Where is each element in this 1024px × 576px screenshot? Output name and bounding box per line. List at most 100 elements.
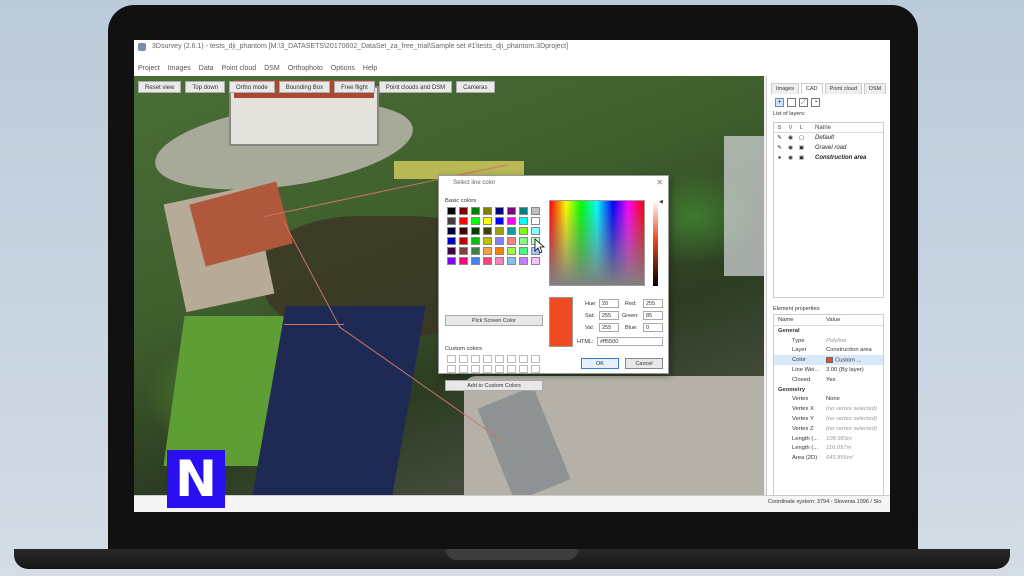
blue-input[interactable]: 0	[643, 323, 663, 332]
menu-project[interactable]: Project	[138, 65, 160, 76]
basic-color-cell[interactable]	[447, 247, 456, 255]
menu-data[interactable]: Data	[199, 65, 214, 76]
basic-color-cell[interactable]	[507, 247, 516, 255]
prop-row[interactable]: Closed Yes	[774, 375, 883, 385]
basic-color-cell[interactable]	[519, 217, 528, 225]
unlock-icon[interactable]: ▢	[796, 135, 807, 141]
custom-color-cell[interactable]	[459, 355, 468, 363]
tab-dsm[interactable]: DSM	[863, 83, 887, 94]
menu-images[interactable]: Images	[168, 65, 191, 76]
basic-color-cell[interactable]	[471, 237, 480, 245]
basic-color-cell[interactable]	[447, 257, 456, 265]
red-input[interactable]: 255	[643, 299, 663, 308]
select-layer-icon[interactable]: ✎	[774, 135, 785, 141]
menu-point-cloud[interactable]: Point cloud	[222, 65, 257, 76]
basic-color-cell[interactable]	[459, 257, 468, 265]
active-layer-icon[interactable]: ●	[774, 155, 785, 161]
basic-color-cell[interactable]	[447, 227, 456, 235]
measure-tool-icon[interactable]: ◔	[811, 98, 820, 107]
menu-orthophoto[interactable]: Orthophoto	[288, 65, 323, 76]
basic-color-cell[interactable]	[495, 207, 504, 215]
basic-color-cell[interactable]	[495, 247, 504, 255]
custom-color-cell[interactable]	[483, 365, 492, 373]
rectangle-tool-icon[interactable]	[787, 98, 796, 107]
basic-color-cell[interactable]	[519, 247, 528, 255]
ortho-mode-button[interactable]: Ortho mode	[229, 81, 275, 93]
prop-row[interactable]: Line Wei... 3.00 (By layer)	[774, 365, 883, 375]
hue-input[interactable]: 20	[599, 299, 619, 308]
lock-icon[interactable]: ▣	[796, 145, 807, 151]
basic-color-cell[interactable]	[507, 257, 516, 265]
val-input[interactable]: 255	[599, 323, 619, 332]
layer-row[interactable]: ● ◉ ▣ Construction area	[774, 153, 883, 163]
bounding-box-button[interactable]: Bounding Box	[278, 81, 331, 93]
basic-color-cell[interactable]	[495, 257, 504, 265]
select-tool-icon[interactable]: +	[775, 98, 784, 107]
pick-screen-color-button[interactable]: Pick Screen Color	[445, 315, 543, 326]
close-icon[interactable]: ✕	[656, 178, 663, 187]
custom-color-cell[interactable]	[531, 355, 540, 363]
basic-color-cell[interactable]	[507, 217, 516, 225]
eye-icon[interactable]: ◉	[785, 145, 796, 151]
basic-color-cell[interactable]	[483, 237, 492, 245]
cameras-button[interactable]: Cameras	[456, 81, 495, 93]
basic-color-cell[interactable]	[483, 207, 492, 215]
custom-color-cell[interactable]	[495, 365, 504, 373]
luminance-slider[interactable]	[653, 200, 658, 286]
custom-color-cell[interactable]	[483, 355, 492, 363]
basic-color-cell[interactable]	[495, 227, 504, 235]
ok-button[interactable]: OK	[581, 358, 619, 369]
basic-color-cell[interactable]	[483, 257, 492, 265]
basic-color-cell[interactable]	[507, 207, 516, 215]
eye-icon[interactable]: ◉	[785, 155, 796, 161]
basic-color-cell[interactable]	[471, 257, 480, 265]
basic-color-cell[interactable]	[519, 257, 528, 265]
luminance-arrow-icon[interactable]: ◀	[659, 199, 663, 205]
layer-row[interactable]: ✎ ◉ ▢ Default	[774, 133, 883, 143]
basic-color-cell[interactable]	[507, 227, 516, 235]
custom-color-cell[interactable]	[447, 365, 456, 373]
basic-color-cell[interactable]	[447, 237, 456, 245]
basic-color-cell[interactable]	[471, 207, 480, 215]
basic-color-cell[interactable]	[459, 217, 468, 225]
green-input[interactable]: 85	[643, 311, 663, 320]
custom-color-cell[interactable]	[447, 355, 456, 363]
basic-color-cell[interactable]	[471, 247, 480, 255]
basic-color-cell[interactable]	[519, 207, 528, 215]
basic-color-cell[interactable]	[483, 217, 492, 225]
basic-color-cell[interactable]	[447, 207, 456, 215]
custom-color-cell[interactable]	[459, 365, 468, 373]
line-tool-icon[interactable]: ⟋	[799, 98, 808, 107]
custom-color-cell[interactable]	[519, 355, 528, 363]
free-flight-button[interactable]: Free flight	[334, 81, 375, 93]
prop-group-general[interactable]: General	[774, 326, 883, 336]
custom-color-cell[interactable]	[471, 365, 480, 373]
basic-color-cell[interactable]	[519, 237, 528, 245]
menu-dsm[interactable]: DSM	[264, 65, 280, 76]
lock-icon[interactable]: ▣	[796, 155, 807, 161]
basic-color-cell[interactable]	[495, 237, 504, 245]
basic-color-cell[interactable]	[483, 247, 492, 255]
reset-view-button[interactable]: Reset view	[138, 81, 182, 93]
select-layer-icon[interactable]: ✎	[774, 145, 785, 151]
basic-color-cell[interactable]	[459, 237, 468, 245]
custom-color-cell[interactable]	[495, 355, 504, 363]
basic-color-cell[interactable]	[507, 237, 516, 245]
prop-group-geometry[interactable]: Geometry	[774, 385, 883, 395]
prop-value[interactable]: Custom ...	[826, 357, 883, 364]
basic-color-cell[interactable]	[495, 217, 504, 225]
prop-row-color[interactable]: Color Custom ...	[774, 355, 883, 366]
tab-point-cloud[interactable]: Point cloud	[824, 83, 862, 94]
basic-color-cell[interactable]	[531, 227, 540, 235]
sat-input[interactable]: 255	[599, 311, 619, 320]
menu-options[interactable]: Options	[331, 65, 355, 76]
basic-color-cell[interactable]	[459, 227, 468, 235]
basic-color-cell[interactable]	[447, 217, 456, 225]
prop-row[interactable]: Layer Construction area	[774, 346, 883, 356]
basic-color-cell[interactable]	[483, 227, 492, 235]
custom-color-cell[interactable]	[507, 355, 516, 363]
basic-color-cell[interactable]	[531, 257, 540, 265]
layer-row[interactable]: ✎ ◉ ▣ Gravel road	[774, 143, 883, 153]
custom-color-cell[interactable]	[507, 365, 516, 373]
basic-color-cell[interactable]	[471, 217, 480, 225]
